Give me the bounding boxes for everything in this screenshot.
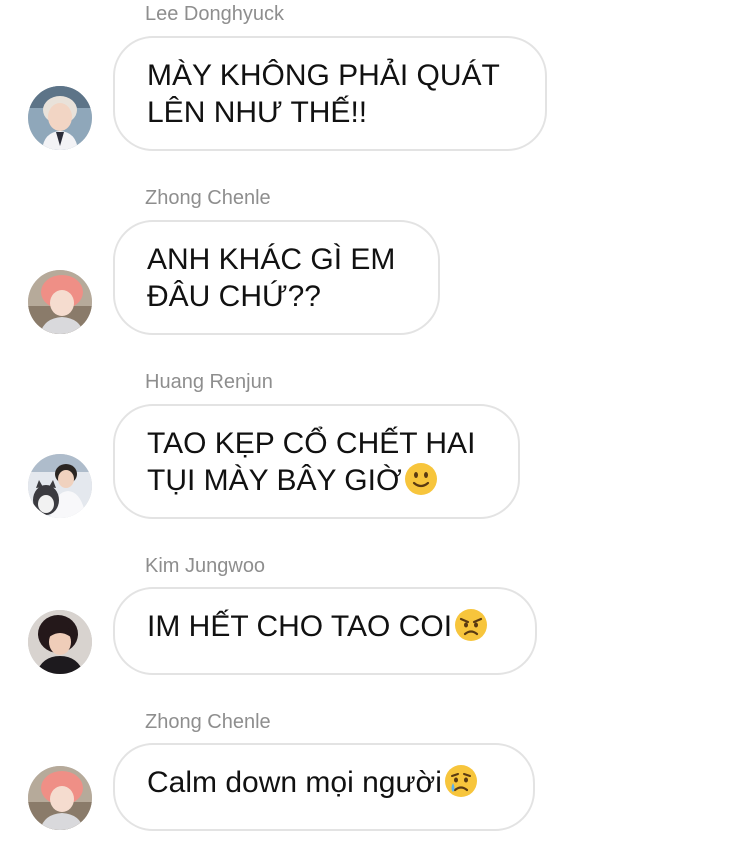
avatar-photo-with-dog — [28, 454, 92, 518]
message-bubble[interactable]: IM HẾT CHO TAO COI — [113, 587, 537, 675]
avatar-photo-dark-hair — [28, 610, 92, 674]
sender-name: Lee Donghyuck — [145, 3, 284, 25]
message-line-text: Calm down mọi người — [147, 766, 442, 799]
message-line-text: IM HẾT CHO TAO COI — [147, 610, 453, 643]
message-bubble[interactable]: ANH KHÁC GÌ EM ĐÂU CHỨ?? — [113, 220, 440, 335]
avatar-photo-silver-hair — [28, 86, 92, 150]
message-line: MÀY KHÔNG PHẢI QUÁT — [147, 59, 500, 92]
message-line: ĐÂU CHỨ?? — [147, 280, 321, 313]
avatar-photo-pink-hair — [28, 766, 92, 830]
avatar[interactable] — [28, 454, 92, 518]
message-line-text: TỤI MÀY BÂY GIỜ — [147, 464, 402, 497]
message-line: TỤI MÀY BÂY GIỜ — [147, 462, 486, 505]
avatar[interactable] — [28, 270, 92, 334]
message-bubble[interactable]: Calm down mọi người — [113, 743, 535, 831]
message-line: LÊN NHƯ THẾ!! — [147, 96, 368, 129]
sender-name: Kim Jungwoo — [145, 555, 266, 577]
message-line: TAO KẸP CỔ CHẾT HAI — [147, 427, 476, 460]
angry-face-icon — [454, 608, 488, 651]
message-bubble[interactable]: TAO KẸP CỔ CHẾT HAI TỤI MÀY BÂY GIỜ — [113, 404, 520, 519]
sender-name: Huang Renjun — [145, 371, 273, 393]
avatar[interactable] — [28, 86, 92, 150]
message-line: IM HẾT CHO TAO COI — [147, 608, 503, 651]
sender-name: Zhong Chenle — [145, 711, 271, 733]
chat-thread: Lee Donghyuck MÀY KHÔNG PHẢI QUÁT LÊN NH… — [0, 0, 750, 863]
avatar[interactable] — [28, 610, 92, 674]
sender-name: Zhong Chenle — [145, 187, 271, 209]
avatar[interactable] — [28, 766, 92, 830]
message-line: Calm down mọi người — [147, 764, 501, 807]
message-line: ANH KHÁC GÌ EM — [147, 243, 396, 276]
message-bubble[interactable]: MÀY KHÔNG PHẢI QUÁT LÊN NHƯ THẾ!! — [113, 36, 547, 151]
avatar-photo-pink-hair — [28, 270, 92, 334]
slightly-smiling-face-icon — [404, 462, 438, 505]
crying-face-icon — [444, 764, 478, 807]
